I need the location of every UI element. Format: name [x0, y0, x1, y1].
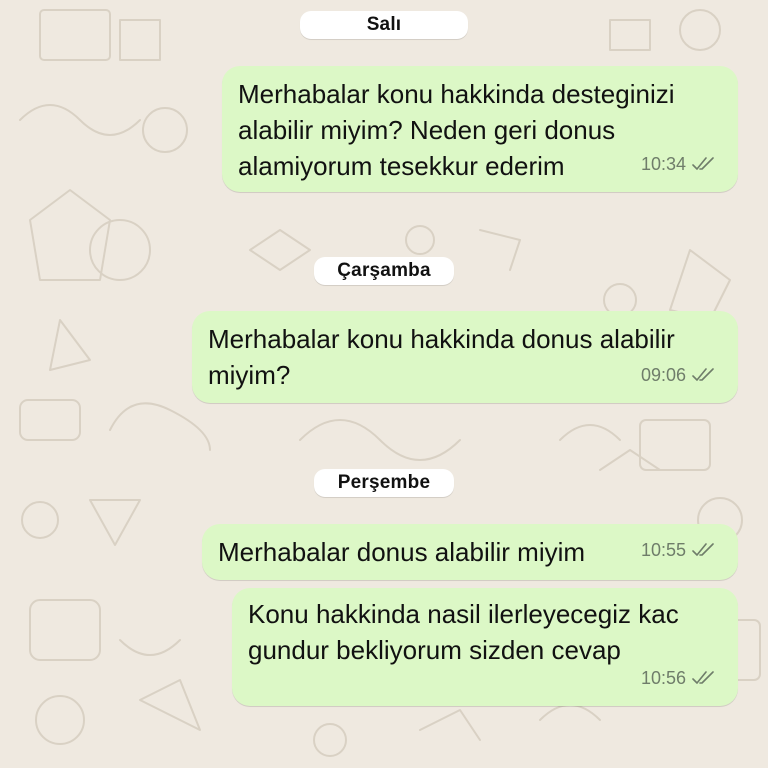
date-label: Perşembe — [337, 472, 431, 493]
message-time: 10:34 — [640, 154, 686, 174]
message-text: Konu hakkinda nasil ilerleyecegiz kac gu… — [248, 599, 679, 665]
message-meta: 10:56 — [641, 660, 716, 696]
message-time: 10:55 — [640, 540, 686, 560]
double-check-icon — [692, 157, 714, 170]
outgoing-message-bubble[interactable]: Merhabalar konu hakkinda desteginizi ala… — [222, 66, 738, 192]
double-check-icon — [692, 543, 714, 556]
double-check-icon — [692, 671, 714, 684]
date-separator: Salı — [300, 11, 468, 39]
message-time: 09:06 — [640, 365, 686, 385]
message-meta: 10:55 — [641, 532, 716, 568]
message-meta: 10:34 — [641, 146, 716, 182]
date-separator: Çarşamba — [314, 257, 454, 285]
double-check-icon — [692, 368, 714, 381]
date-label: Salı — [366, 14, 402, 35]
date-label: Çarşamba — [337, 260, 431, 281]
outgoing-message-bubble[interactable]: Merhabalar donus alabilir miyim 10:55 — [202, 524, 738, 580]
outgoing-message-bubble[interactable]: Konu hakkinda nasil ilerleyecegiz kac gu… — [232, 588, 738, 706]
date-separator: Perşembe — [314, 469, 454, 497]
message-meta: 09:06 — [641, 357, 716, 393]
message-time: 10:56 — [640, 668, 686, 688]
chat-conversation: Salı Merhabalar konu hakkinda desteginiz… — [0, 0, 768, 768]
outgoing-message-bubble[interactable]: Merhabalar konu hakkinda donus alabilir … — [192, 311, 738, 403]
